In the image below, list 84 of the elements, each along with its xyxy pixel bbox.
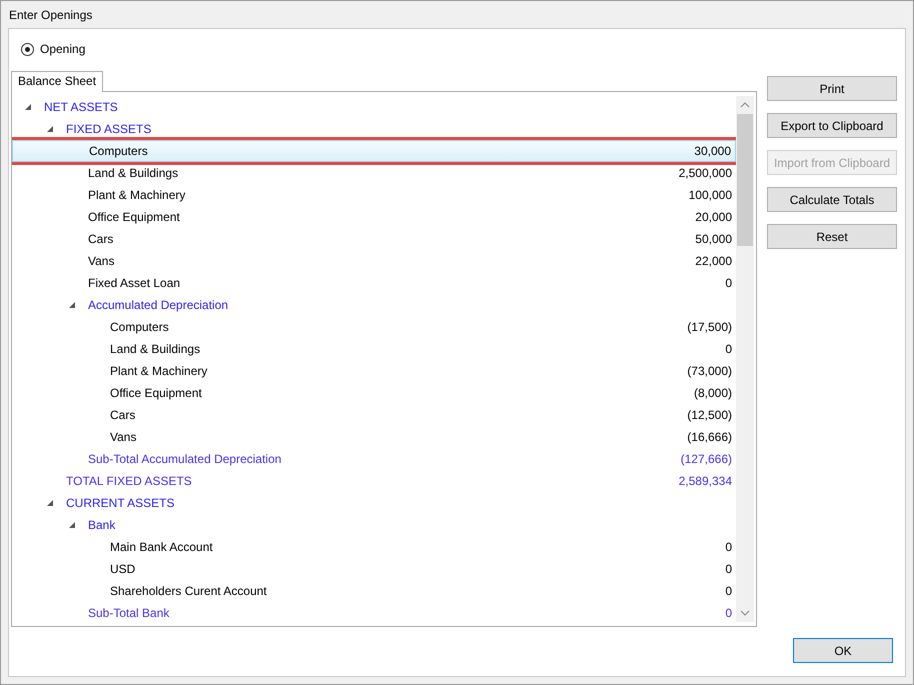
tree-row[interactable]: Computers 30,000 (12, 140, 736, 162)
tree-row[interactable]: USD 0 (12, 558, 736, 580)
tree-row[interactable]: Accumulated Depreciation (12, 294, 736, 316)
tree-row[interactable]: Land & Buildings 0 (12, 338, 736, 360)
row-label: Cars (110, 408, 136, 422)
tree-row[interactable]: Land & Buildings 2,500,000 (12, 162, 736, 184)
expand-triangle-icon[interactable] (46, 499, 54, 507)
row-label: Main Bank Account (110, 540, 213, 554)
row-value: 0 (725, 276, 732, 290)
tree-row[interactable]: Plant & Machinery (73,000) (12, 360, 736, 382)
row-label: Computers (110, 320, 169, 334)
row-value: (17,500) (687, 320, 732, 334)
row-label: Accumulated Depreciation (88, 298, 228, 312)
row-value: 0 (725, 606, 732, 620)
row-label: Office Equipment (110, 386, 202, 400)
row-value: 0 (725, 562, 732, 576)
action-button[interactable]: Export to Clipboard (767, 113, 897, 138)
row-label: Vans (110, 430, 136, 444)
row-value: (127,666) (680, 452, 732, 466)
action-button[interactable]: Print (767, 76, 897, 101)
row-label: Vans (88, 254, 114, 268)
row-label: Cars (88, 232, 114, 246)
row-label: Land & Buildings (88, 166, 178, 180)
tree-row[interactable]: Main Bank Account 0 (12, 536, 736, 558)
row-value: 30,000 (694, 144, 731, 158)
tree-row[interactable]: TOTAL FIXED ASSETS 2,589,334 (12, 470, 736, 492)
row-value: 50,000 (695, 232, 732, 246)
tree-row[interactable]: Bank (12, 514, 736, 536)
tree-row[interactable]: Office Equipment 20,000 (12, 206, 736, 228)
scroll-up-icon[interactable] (740, 102, 750, 108)
row-label: Land & Buildings (110, 342, 200, 356)
row-value: 0 (725, 540, 732, 554)
row-label: Bank (88, 518, 116, 532)
tree-row[interactable]: FIXED ASSETS (12, 118, 736, 140)
row-value: 0 (725, 342, 732, 356)
radio-label[interactable]: Opening (40, 42, 86, 56)
action-button[interactable]: Reset (767, 224, 897, 249)
row-label: Shareholders Curent Account (110, 584, 267, 598)
row-label: TOTAL FIXED ASSETS (66, 474, 192, 488)
row-label: Sub-Total Accumulated Depreciation (88, 452, 282, 466)
scroll-thumb[interactable] (737, 114, 753, 246)
row-label: NET ASSETS (44, 100, 118, 114)
row-value: (12,500) (687, 408, 732, 422)
row-label: Sub-Total Bank (88, 606, 170, 620)
row-value: 22,000 (695, 254, 732, 268)
row-value: (16,666) (687, 430, 732, 444)
tree-row[interactable]: Plant & Machinery 100,000 (12, 184, 736, 206)
tree-row[interactable]: CURRENT ASSETS (12, 492, 736, 514)
row-label: USD (110, 562, 136, 576)
row-value: 100,000 (688, 188, 732, 202)
tree-row[interactable]: Office Equipment (8,000) (12, 382, 736, 404)
row-value: 2,589,334 (678, 474, 732, 488)
tree-row[interactable]: Computers (17,500) (12, 316, 736, 338)
expand-triangle-icon[interactable] (46, 125, 54, 133)
row-value: (8,000) (694, 386, 732, 400)
expand-triangle-icon[interactable] (68, 521, 76, 529)
row-label: CURRENT ASSETS (66, 496, 174, 510)
expand-triangle-icon[interactable] (68, 301, 76, 309)
expand-triangle-icon[interactable] (24, 103, 32, 111)
tree-row[interactable]: Sub-Total Bank 0 (12, 602, 736, 622)
window-title: Enter Openings (9, 8, 92, 22)
tab[interactable]: Balance Sheet (11, 71, 104, 92)
row-label: FIXED ASSETS (66, 122, 152, 136)
tree-row[interactable]: Cars (12,500) (12, 404, 736, 426)
tree-row[interactable]: Shareholders Curent Account 0 (12, 580, 736, 602)
row-value: 2,500,000 (678, 166, 732, 180)
ok-button[interactable]: OK (793, 638, 893, 663)
tree-row[interactable]: Cars 50,000 (12, 228, 736, 250)
tree-row[interactable]: Fixed Asset Loan 0 (12, 272, 736, 294)
tree-row[interactable]: Vans (16,666) (12, 426, 736, 448)
row-value: (73,000) (687, 364, 732, 378)
scroll-down-icon[interactable] (740, 610, 750, 616)
tree-row[interactable]: Sub-Total Accumulated Depreciation (127,666) (12, 448, 736, 470)
tree-row[interactable]: Vans 22,000 (12, 250, 736, 272)
action-button[interactable]: Calculate Totals (767, 187, 897, 212)
row-label: Plant & Machinery (88, 188, 186, 202)
row-label: Computers (89, 144, 148, 158)
row-value: 20,000 (695, 210, 732, 224)
row-label: Office Equipment (88, 210, 180, 224)
tree-row[interactable]: NET ASSETS (12, 96, 736, 118)
row-value: 0 (725, 584, 732, 598)
row-label: Plant & Machinery (110, 364, 208, 378)
row-label: Fixed Asset Loan (88, 276, 180, 290)
radio-button[interactable] (21, 42, 34, 56)
